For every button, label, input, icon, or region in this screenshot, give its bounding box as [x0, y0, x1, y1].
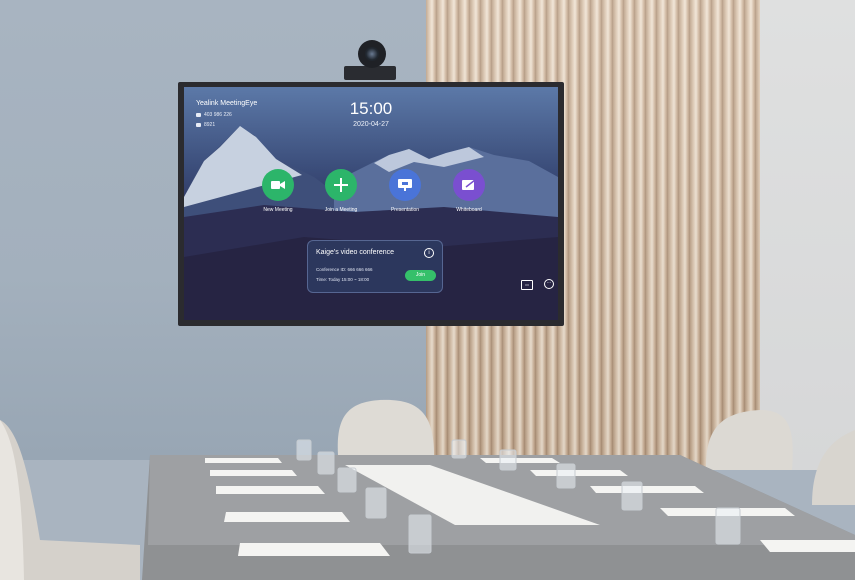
conference-table-scene [0, 399, 855, 580]
